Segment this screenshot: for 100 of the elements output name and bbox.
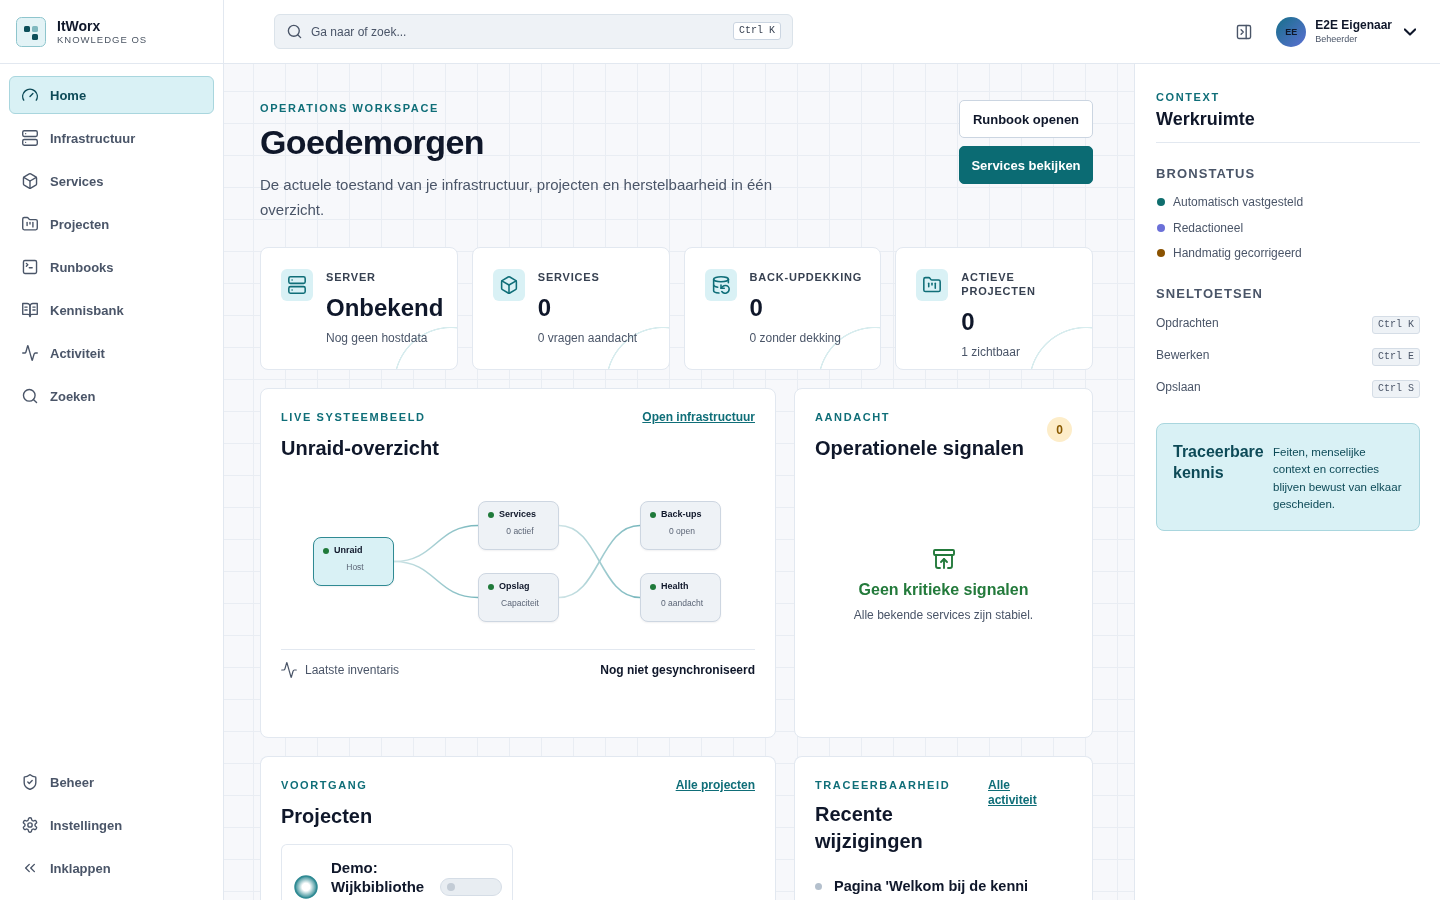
section-eyebrow: OPERATIONS WORKSPACE: [260, 102, 440, 115]
search-icon: [22, 388, 38, 404]
archive-icon: [932, 548, 955, 570]
stat-label: SERVER: [326, 270, 377, 284]
page-title: Goedemorgen: [260, 122, 485, 162]
shortcut-key: Ctrl K: [1372, 316, 1420, 334]
card-link[interactable]: Alle projecten: [675, 778, 755, 793]
card-title: Operationele signalen: [815, 436, 1024, 461]
stat-value: 0: [537, 294, 553, 322]
stat-note: 0 zonder dekking: [749, 330, 842, 346]
section-heading: SNELTOETSEN: [1156, 286, 1264, 302]
section-eyebrow: CONTEXT: [1156, 91, 1221, 104]
card-link[interactable]: Open infrastructuur: [642, 410, 755, 425]
brand-name: ItWorx: [57, 18, 102, 34]
database-icon: [704, 269, 737, 301]
stat-value: 0: [749, 294, 764, 322]
nav-item[interactable]: Home: [9, 76, 214, 114]
section-eyebrow: AANDACHT: [815, 410, 892, 424]
stat-label: SERVICES: [537, 270, 601, 284]
cube-icon: [22, 173, 38, 189]
brand-tagline: KNOWLEDGE OS: [57, 33, 148, 45]
stat-value: Onbekend: [326, 294, 444, 322]
section-eyebrow: TRACEERBAARHEID: [815, 778, 952, 792]
node-label: Health: [661, 581, 689, 592]
empty-text: Alle bekende services zijn stabiel.: [853, 607, 1034, 623]
card-title: Projecten: [281, 804, 373, 829]
status-dot-icon: [488, 583, 494, 590]
stat-label: BACK-UPDEKKING: [749, 270, 863, 284]
node-detail: Host: [346, 562, 364, 573]
shortcut-key: Ctrl E: [1372, 348, 1420, 366]
pulse-icon: [281, 662, 297, 678]
stat-label: ACTIEVE PROJECTEN: [961, 270, 1037, 298]
logo-icon: [16, 16, 46, 47]
change-title[interactable]: Pagina 'Welkom bij de kenni: [834, 877, 1029, 896]
section-eyebrow: LIVE SYSTEEMBEELD: [281, 410, 427, 424]
callout-title: Traceerbare kennis: [1173, 442, 1265, 483]
nav-item[interactable]: Runbooks: [9, 248, 214, 286]
server-icon: [281, 269, 313, 301]
shortcut-label: Opslaan: [1156, 379, 1201, 395]
node-label: Unraid: [334, 545, 363, 556]
book-icon: [22, 302, 38, 318]
search-icon: [287, 24, 302, 39]
status-dot-icon: [650, 583, 656, 590]
panel-title: Werkruimte: [1156, 108, 1256, 130]
nav-item[interactable]: Beheer: [9, 763, 214, 801]
nav-item[interactable]: Infrastructuur: [9, 119, 214, 157]
gauge-icon: [22, 87, 38, 103]
shield-icon: [22, 774, 38, 790]
folder-icon: [22, 216, 38, 232]
card-link[interactable]: Alle activiteit: [988, 778, 1052, 808]
user-name: E2E Eigenaar: [1315, 18, 1392, 33]
nav-item[interactable]: Inklappen: [9, 849, 214, 887]
ring-icon: [294, 875, 318, 899]
node-label: Back-ups: [661, 509, 702, 520]
stat-note: 0 vragen aandacht: [537, 330, 638, 346]
nav-item[interactable]: Kennisbank: [9, 291, 214, 329]
node-detail: 0 aandacht: [660, 598, 704, 609]
count-badge: 0: [1047, 417, 1072, 442]
node-detail: 0 actief: [506, 526, 534, 537]
status-label: Redactioneel: [1173, 219, 1244, 236]
bullet-icon: [815, 883, 822, 890]
nav-item[interactable]: Projecten: [9, 205, 214, 243]
project-card[interactable]: Demo: Wijkbibliothe: [281, 844, 513, 900]
panel-toggle-icon[interactable]: [1236, 23, 1253, 40]
server-icon: [22, 130, 38, 146]
folder-icon: [916, 269, 949, 301]
nav-item[interactable]: Zoeken: [9, 377, 214, 415]
settings-icon: [22, 817, 38, 833]
nav-item[interactable]: Instellingen: [9, 806, 214, 844]
node-label: Opslag: [499, 581, 530, 592]
section-heading: BRONSTATUS: [1156, 166, 1257, 182]
user-role: Beheerder: [1315, 33, 1359, 45]
footer-value: Nog niet gesynchroniseerd: [600, 662, 755, 678]
node-label: Services: [499, 509, 537, 520]
user-avatar: EE: [1276, 16, 1307, 47]
cube-icon: [492, 269, 525, 301]
status-label: Handmatig gecorrigeerd: [1173, 245, 1302, 261]
shortcut-key: Ctrl K: [733, 22, 781, 40]
stat-note: Nog geen hostdata: [326, 330, 429, 346]
footer-label: Laatste inventaris: [305, 662, 400, 678]
stat-value: 0: [961, 308, 976, 336]
shortcut-key: Ctrl S: [1372, 380, 1420, 398]
shortcut-label: Bewerken: [1156, 347, 1210, 363]
status-dot-icon: [488, 511, 494, 518]
status-label: Automatisch vastgesteld: [1173, 194, 1304, 210]
chevron-down-icon[interactable]: [1404, 25, 1416, 38]
status-dot-icon: [323, 547, 329, 554]
card-title: Recente wijzigingen: [815, 802, 924, 854]
nav-item[interactable]: Services: [9, 162, 214, 200]
action-button[interactable]: Runbook openen: [959, 100, 1093, 138]
status-pill-icon: [440, 878, 502, 896]
terminal-icon: [22, 259, 38, 275]
node-detail: Capaciteit: [501, 598, 539, 609]
page-description: De actuele toestand van je infrastructuur, projecten en herstelbaarheid in één overzicht.: [260, 175, 773, 220]
callout-text: Feiten, menselijke context en correcties blijven bewust van elkaar gescheiden.: [1273, 445, 1403, 512]
stat-note: 1 zichtbaar: [961, 344, 1021, 360]
nav-item[interactable]: Activiteit: [9, 334, 214, 372]
card-title: Unraid-overzicht: [281, 436, 439, 461]
action-button[interactable]: Services bekijken: [959, 146, 1093, 184]
empty-title: Geen kritieke signalen: [858, 580, 1029, 600]
